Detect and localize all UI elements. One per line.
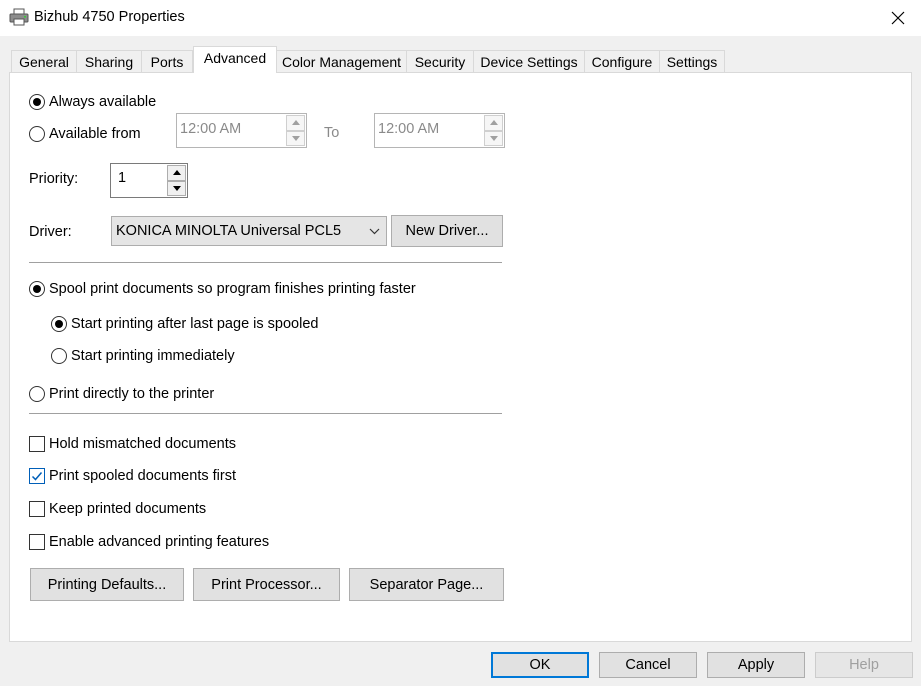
help-button[interactable]: Help <box>815 652 913 678</box>
driver-selected-value: KONICA MINOLTA Universal PCL5 <box>116 223 342 239</box>
priority-up-button[interactable] <box>167 165 186 181</box>
print-directly-radio[interactable] <box>29 386 45 402</box>
printer-icon <box>9 8 29 26</box>
from-time-up-button[interactable] <box>286 115 305 131</box>
always-available-label: Always available <box>49 94 157 110</box>
priority-value: 1 <box>118 170 127 186</box>
print-spooled-first-label: Print spooled documents first <box>49 468 236 484</box>
down-arrow-icon <box>291 135 300 141</box>
printing-defaults-button[interactable]: Printing Defaults... <box>30 568 184 601</box>
start-after-last-page-label: Start printing after last page is spoole… <box>71 316 319 332</box>
window-title: Bizhub 4750 Properties <box>34 9 185 25</box>
start-immediately-label: Start printing immediately <box>71 348 235 364</box>
print-processor-button[interactable]: Print Processor... <box>193 568 340 601</box>
checkmark-icon <box>31 472 43 481</box>
from-time-value: 12:00 AM <box>180 121 242 137</box>
cancel-button[interactable]: Cancel <box>599 652 697 678</box>
enable-advanced-features-label: Enable advanced printing features <box>49 534 270 550</box>
print-directly-label: Print directly to the printer <box>49 386 215 402</box>
print-spooled-first-checkbox[interactable] <box>29 468 45 484</box>
separator-page-button[interactable]: Separator Page... <box>349 568 504 601</box>
to-time-down-button[interactable] <box>484 130 503 146</box>
title-bar: Bizhub 4750 Properties <box>0 0 921 36</box>
to-time-value: 12:00 AM <box>378 121 440 137</box>
spool-radio[interactable] <box>29 281 45 297</box>
available-from-label: Available from <box>49 126 141 142</box>
to-time-up-button[interactable] <box>484 115 503 131</box>
start-immediately-radio[interactable] <box>51 348 67 364</box>
close-button[interactable] <box>875 0 921 36</box>
driver-label: Driver: <box>29 224 72 240</box>
down-arrow-icon <box>489 135 498 141</box>
tab-security[interactable]: Security <box>406 50 474 73</box>
up-arrow-icon <box>489 120 498 126</box>
to-label: To <box>324 125 340 141</box>
from-time-down-button[interactable] <box>286 130 305 146</box>
priority-down-button[interactable] <box>167 180 186 196</box>
tab-device-settings[interactable]: Device Settings <box>473 50 585 73</box>
divider <box>29 413 502 414</box>
close-icon <box>891 11 905 25</box>
divider <box>29 262 502 263</box>
apply-button[interactable]: Apply <box>707 652 805 678</box>
enable-advanced-features-checkbox[interactable] <box>29 534 45 550</box>
keep-printed-checkbox[interactable] <box>29 501 45 517</box>
tab-configure[interactable]: Configure <box>584 50 660 73</box>
tab-settings[interactable]: Settings <box>659 50 725 73</box>
priority-label: Priority: <box>29 171 79 187</box>
chevron-down-icon <box>369 228 380 235</box>
from-time-spinner[interactable]: 12:00 AM <box>176 113 307 148</box>
tab-general[interactable]: General <box>11 50 77 73</box>
to-time-spinner[interactable]: 12:00 AM <box>374 113 505 148</box>
driver-dropdown[interactable]: KONICA MINOLTA Universal PCL5 <box>111 216 387 246</box>
spool-label: Spool print documents so program finishe… <box>49 281 416 297</box>
hold-mismatched-checkbox[interactable] <box>29 436 45 452</box>
keep-printed-label: Keep printed documents <box>49 501 207 517</box>
start-after-last-page-radio[interactable] <box>51 316 67 332</box>
new-driver-button[interactable]: New Driver... <box>391 215 503 247</box>
priority-spinner[interactable]: 1 <box>110 163 188 198</box>
hold-mismatched-label: Hold mismatched documents <box>49 436 236 452</box>
tab-advanced[interactable]: Advanced <box>193 46 277 73</box>
down-arrow-icon <box>172 185 181 191</box>
tab-sharing[interactable]: Sharing <box>76 50 142 73</box>
available-from-radio[interactable] <box>29 126 45 142</box>
always-available-radio[interactable] <box>29 94 45 110</box>
up-arrow-icon <box>172 170 181 176</box>
advanced-panel: Always available Available from 12:00 AM… <box>9 72 912 642</box>
tab-color-management[interactable]: Color Management <box>276 50 407 73</box>
tab-ports[interactable]: Ports <box>141 50 193 73</box>
up-arrow-icon <box>291 120 300 126</box>
ok-button[interactable]: OK <box>491 652 589 678</box>
